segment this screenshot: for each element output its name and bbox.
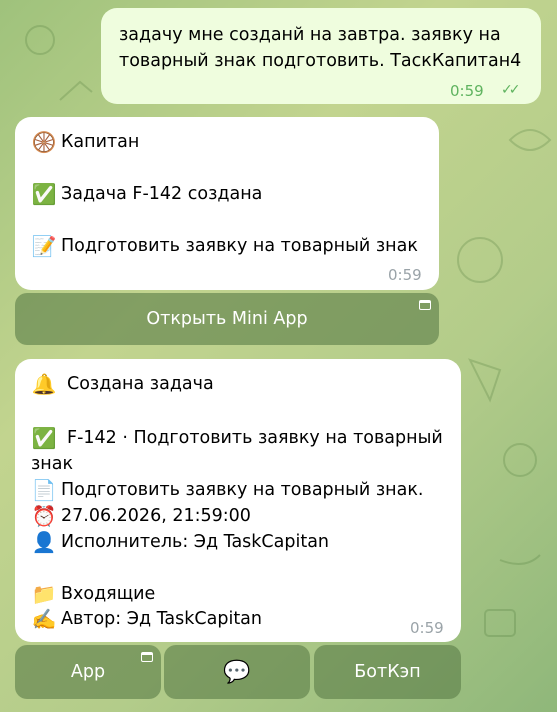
open-mini-app-button[interactable]: Открыть Mini App (15, 293, 439, 345)
task-folder: Входящие (61, 584, 156, 604)
wheel-icon: 🛞 (31, 130, 57, 154)
notification-title-line: 🔔 Создана задача (31, 371, 214, 397)
task-deadline: 27.06.2026, 21:59:00 (61, 506, 251, 526)
check-icon: ✅ (31, 182, 57, 206)
web-app-icon (141, 652, 153, 662)
deadline-line: ⏰ 27.06.2026, 21:59:00 (31, 503, 251, 529)
task-assignee: Исполнитель: Эд TaskCapitan (61, 532, 330, 552)
document-icon: 📄 (31, 478, 57, 502)
author-line: ✍️ Автор: Эд TaskCapitan (31, 606, 262, 632)
outgoing-message: задачу мне созданй на завтра. заявку на … (101, 8, 541, 104)
bot-message-task-details: 🔔 Создана задача ✅ F-142 · Подготовить зая… (15, 359, 461, 642)
message-time: 0:59 (410, 619, 444, 637)
outgoing-time: 0:59 (450, 82, 484, 100)
task-author: Автор: Эд TaskCapitan (61, 609, 262, 629)
speech-bubble-icon: 💬 (223, 659, 251, 685)
app-button-label: App (70, 662, 106, 682)
check-icon: ✅ (31, 426, 57, 450)
notification-title: Создана задача (67, 374, 214, 394)
task-title: Подготовить заявку на товарный знак (61, 236, 418, 256)
assignee-line: 👤 Исполнитель: Эд TaskCapitan (31, 529, 329, 555)
bell-icon: 🔔 (31, 372, 57, 396)
alarm-clock-icon: ⏰ (31, 504, 57, 528)
description-line: 📄 Подготовить заявку на товарный знак. (31, 477, 424, 503)
message-header: Капитан (61, 132, 140, 152)
comment-button[interactable]: 💬 (164, 645, 310, 699)
message-time: 0:59 (388, 266, 422, 284)
web-app-icon (419, 300, 431, 310)
outgoing-text-line-2: товарный знак подготовить. ТаскКапитан4 (119, 51, 522, 71)
task-created-text: Задача F-142 создана (61, 184, 263, 204)
task-line: ✅ F-142 · Подготовить заявку на товарный (31, 425, 443, 451)
outgoing-text-line-1: задачу мне созданй на завтра. заявку на (119, 25, 501, 45)
open-mini-app-label: Открыть Mini App (146, 309, 308, 329)
botkep-button[interactable]: БотКэп (314, 645, 461, 699)
task-title-wrap: знак (31, 454, 74, 474)
task-id-title: F-142 · Подготовить заявку на товарный (67, 428, 443, 448)
person-icon: 👤 (31, 530, 57, 554)
folder-icon: 📁 (31, 582, 57, 606)
bot-message-task-created: 🛞 Капитан ✅ Задача F-142 создана 📝 Подготов… (15, 117, 439, 290)
task-title-line: 📝 Подготовить заявку на товарный знак (31, 233, 418, 259)
writing-hand-icon: ✍️ (31, 607, 57, 631)
botkep-button-label: БотКэп (354, 662, 421, 682)
task-created-line: ✅ Задача F-142 создана (31, 181, 263, 207)
message-header-line: 🛞 Капитан (31, 129, 140, 155)
read-checkmarks-icon: ✓✓ (501, 82, 521, 98)
app-button[interactable]: App (15, 645, 161, 699)
memo-icon: 📝 (31, 234, 57, 258)
task-description: Подготовить заявку на товарный знак. (61, 480, 424, 500)
folder-line: 📁 Входящие (31, 581, 156, 607)
